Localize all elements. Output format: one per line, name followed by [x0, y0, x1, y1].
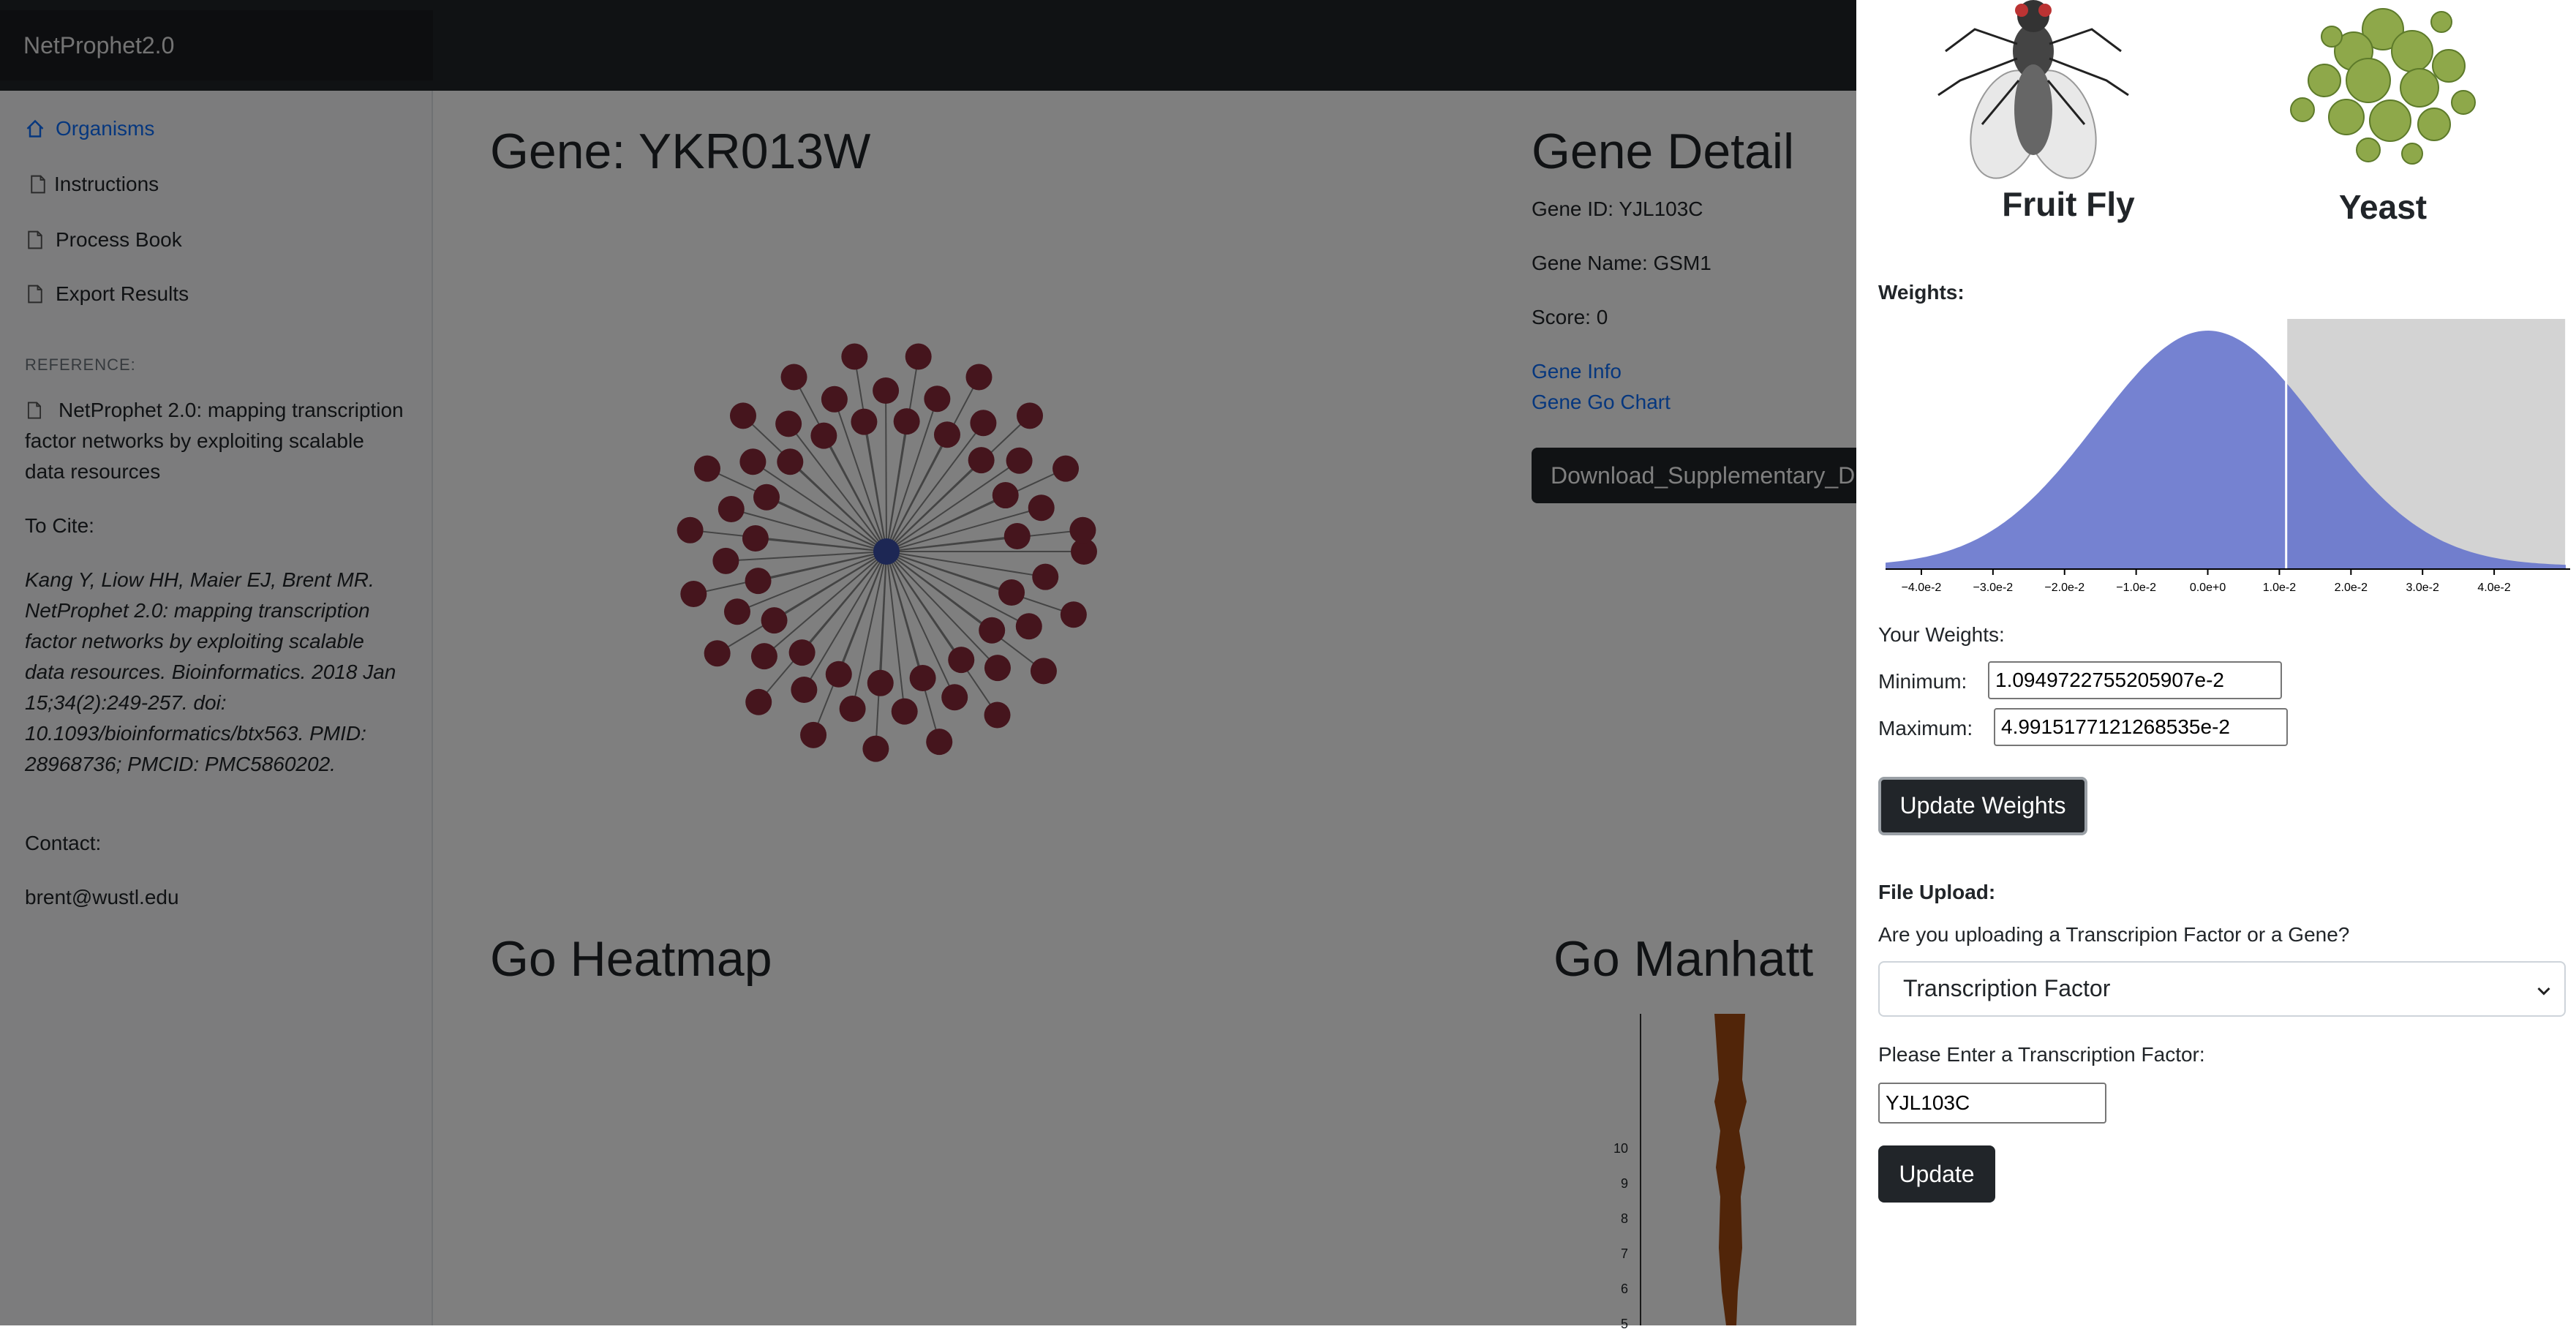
settings-panel: Fruit Fly Yeast Weights: −4.0e-2 −3.0e-2−… [1856, 0, 2576, 1325]
weights-x-tick-label: 1.0e-2 [2263, 582, 2296, 594]
update-button[interactable]: Update [1878, 1145, 1995, 1203]
maximum-weight-input[interactable] [1994, 708, 2288, 746]
minimum-label: Minimum: [1878, 670, 1967, 693]
maximum-label: Maximum: [1878, 717, 1973, 740]
organism-label-fruit-fly[interactable]: Fruit Fly [1929, 184, 2207, 224]
upload-type-select[interactable]: Transcription Factor [1878, 961, 2566, 1017]
upload-question: Are you uploading a Transcripion Factor … [1878, 923, 2350, 946]
upload-type-selected: Transcription Factor [1903, 975, 2111, 1001]
weights-x-tick-label: 0.0e+0 [2190, 582, 2226, 594]
modal-backdrop[interactable] [0, 0, 1856, 1325]
weights-x-tick-label: 4.0e-2 [2477, 582, 2510, 594]
file-upload-heading: File Upload: [1878, 881, 1996, 903]
fruit-fly-icon[interactable] [1931, 0, 2136, 183]
weights-x-tick-label: 3.0e-2 [2406, 582, 2439, 594]
your-weights-label: Your Weights: [1878, 623, 2005, 646]
weights-x-tick-label: −3.0e-2 [1973, 582, 2013, 594]
weights-x-tick-label: −1.0e-2 [2116, 582, 2156, 594]
organism-label-yeast[interactable]: Yeast [2244, 187, 2522, 227]
yeast-icon[interactable] [2273, 0, 2493, 176]
weights-x-tick-label: 2.0e-2 [2335, 582, 2368, 594]
transcription-factor-input[interactable] [1878, 1083, 2106, 1124]
chevron-down-icon [2537, 987, 2550, 996]
weights-heading: Weights: [1878, 281, 1965, 304]
weights-distribution-chart[interactable]: −4.0e-2 −3.0e-2 −2.0e-2 −1.0e-2 0.0e+0 1.0e-2… [1878, 307, 2573, 600]
tf-prompt: Please Enter a Transcription Factor: [1878, 1043, 2205, 1066]
update-weights-button[interactable]: Update Weights [1878, 777, 2087, 835]
minimum-weight-input[interactable] [1988, 661, 2282, 699]
weights-x-tick-label: −4.0e-2 [1902, 582, 1942, 594]
weights-x-tick-label: −2.0e-2 [2044, 582, 2084, 594]
